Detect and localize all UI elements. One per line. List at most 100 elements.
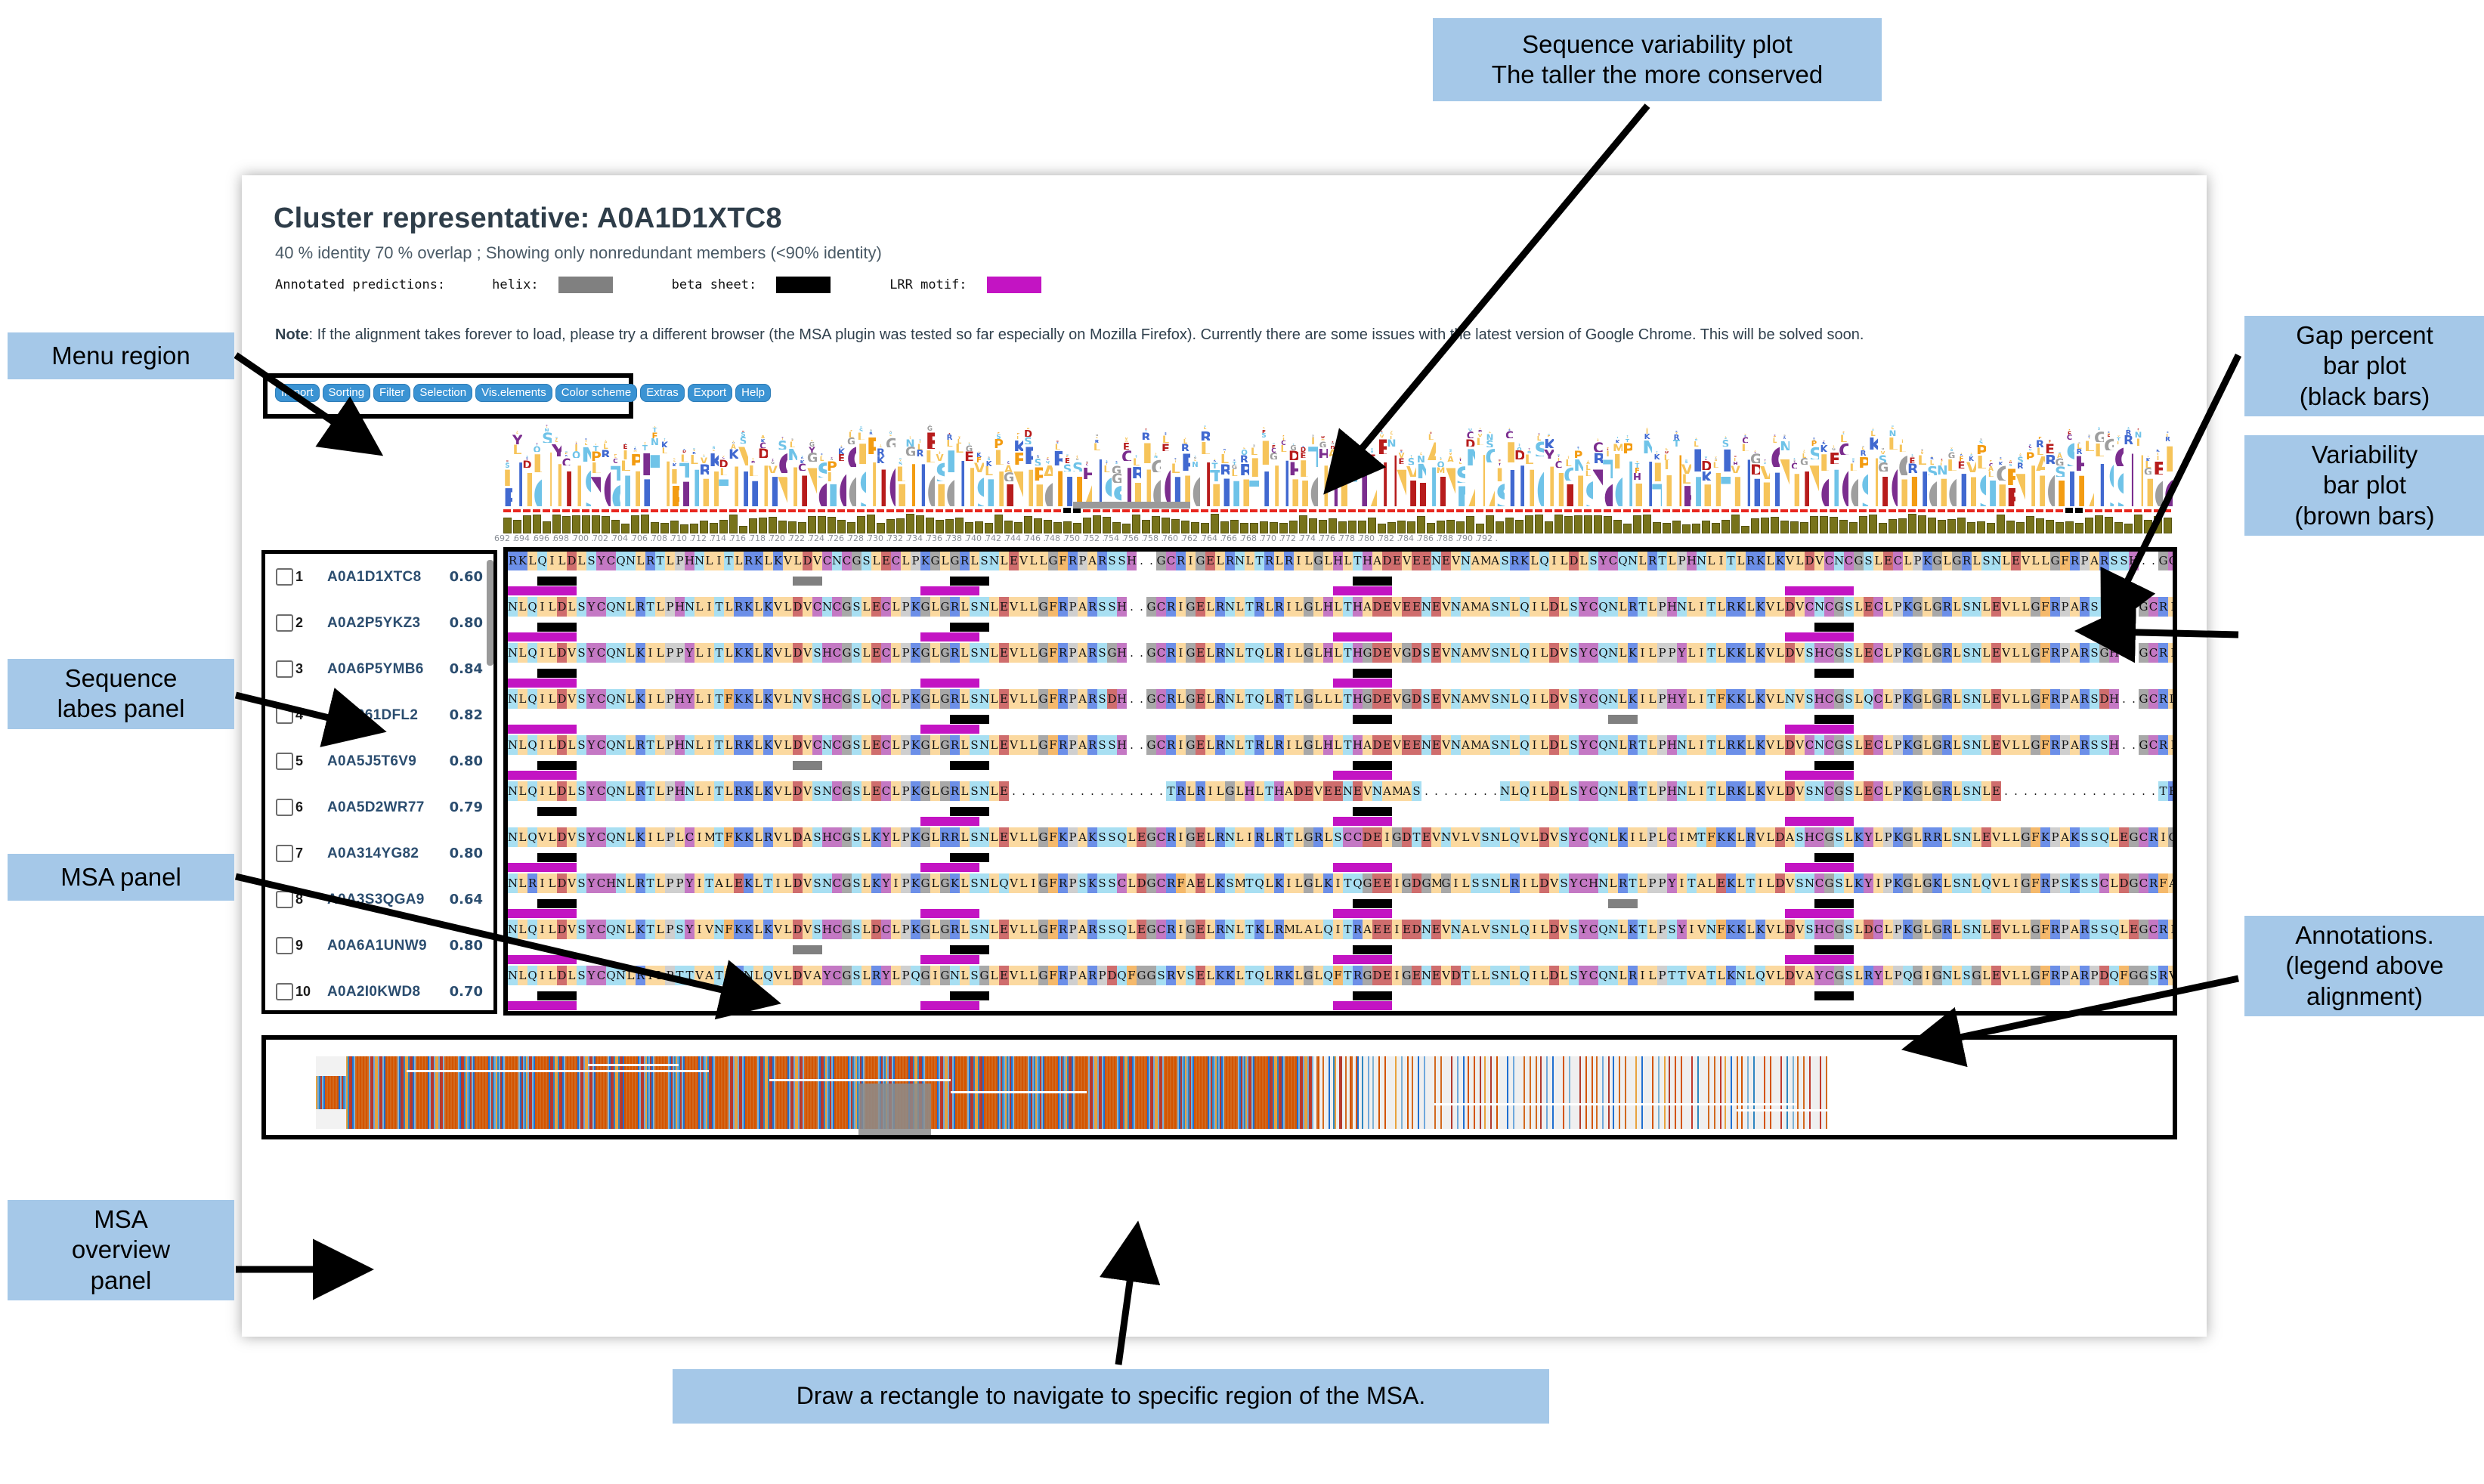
logo-letter: V bbox=[1379, 434, 1384, 437]
logo-letter: S bbox=[1763, 462, 1767, 465]
msa-sequence-line[interactable]: NL Q I L D L S Y CQNL R T L PHNL I T L R K L K V L D V CNCG S L E C L… bbox=[508, 735, 2173, 755]
sequence-label-row[interactable]: 8 A0A3S3QGA9 0.64 bbox=[265, 876, 493, 923]
menu-button-help[interactable]: Help bbox=[735, 384, 771, 402]
sequence-checkbox[interactable] bbox=[276, 753, 293, 770]
logo-letter: L bbox=[644, 444, 646, 445]
sequence-label-row[interactable]: 1 A0A1D1XTC8 0.60 bbox=[265, 554, 493, 600]
sequence-accession[interactable]: A0A2P5YKZ3 bbox=[327, 615, 450, 632]
menu-button-export[interactable]: Export bbox=[687, 384, 733, 402]
logo-letter: A bbox=[2057, 453, 2062, 458]
residue-cell: Q bbox=[527, 781, 537, 801]
lrr-motif-track bbox=[508, 863, 2173, 872]
sequence-accession[interactable]: A0A2I0KWD8 bbox=[327, 984, 450, 1000]
msa-row[interactable]: NL Q I L D L S Y CQNL R T L PHNL I T L R K L K V L D V CNCG S L E C L… bbox=[508, 715, 2173, 761]
sequence-accession[interactable]: A0A061DFL2 bbox=[327, 707, 450, 724]
logo-letter: L bbox=[1155, 454, 1157, 456]
sequence-label-row[interactable]: 10 A0A2I0KWD8 0.70 bbox=[265, 969, 493, 1010]
sequence-accession[interactable]: A0A1D1XTC8 bbox=[327, 569, 450, 586]
sequence-accession[interactable]: A0A6A1UNW9 bbox=[327, 938, 450, 954]
residue-cell: R bbox=[1087, 597, 1097, 617]
overview-canvas[interactable] bbox=[316, 1056, 1827, 1135]
residue-cell: . bbox=[1107, 781, 1117, 801]
msa-row[interactable]: R K L Q I L D L S Y CQNL R T L PHNL I T L R K L K V L D V CNCG S L E C… bbox=[508, 552, 2173, 577]
msa-row[interactable]: NL Q I L D V S Y CQNL K I L P P Y L I T L K K L K V L D V SHCG S L E C L… bbox=[508, 623, 2173, 669]
sequence-checkbox[interactable] bbox=[276, 614, 293, 632]
sequence-label-row[interactable]: 3 A0A6P5YMB6 0.84 bbox=[265, 646, 493, 692]
sequence-checkbox[interactable] bbox=[276, 983, 293, 1000]
residue-cell: S bbox=[852, 643, 862, 663]
residue-cell: L bbox=[1903, 552, 1913, 570]
menu-button-vis-elements[interactable]: Vis.elements bbox=[475, 384, 552, 402]
residue-cell: P bbox=[665, 643, 675, 663]
msa-sequence-line[interactable]: NL R I L D V S Y CHNL R T L P P Y I T A L E K L T I L D V SNCG S L K Y I… bbox=[508, 873, 2173, 893]
msa-row[interactable]: NL Q I L D V S Y CQNL K T L P S Y I VNF K K L K V L D V SHCG S L DC L… bbox=[508, 899, 2173, 945]
residue-cell: Y bbox=[1579, 735, 1588, 755]
gap-percent-bars bbox=[503, 508, 2176, 533]
logo-column: NLGTK bbox=[1230, 425, 1239, 506]
residue-cell: L bbox=[960, 597, 970, 617]
sequence-checkbox[interactable] bbox=[276, 845, 293, 862]
sequence-checkbox[interactable] bbox=[276, 706, 293, 724]
logo-letter: L bbox=[1760, 479, 1770, 506]
sequence-label-row[interactable]: 5 A0A5J5T6V9 0.80 bbox=[265, 738, 493, 784]
sequence-checkbox[interactable] bbox=[276, 568, 293, 586]
residue-cell: P bbox=[1097, 966, 1107, 985]
sequence-labels-panel[interactable]: 1 A0A1D1XTC8 0.60 2 A0A2P5YKZ3 0.80 3 A0A6P5YMB… bbox=[261, 550, 497, 1014]
residue-cell: R bbox=[1215, 689, 1225, 709]
sequence-label-row[interactable]: 9 A0A6A1UNW9 0.80 bbox=[265, 923, 493, 969]
menu-button-sorting[interactable]: Sorting bbox=[322, 384, 371, 402]
logo-letter: K bbox=[1721, 447, 1731, 471]
ruler-tick: 714 . bbox=[710, 533, 732, 543]
overview-selection-rectangle[interactable] bbox=[858, 1084, 931, 1135]
sequence-label-row[interactable]: 6 A0A5D2WR77 0.79 bbox=[265, 784, 493, 830]
msa-sequence-line[interactable]: NL Q I L D V S Y CQNL K T L P S Y I VNF K K L K V L D V SHCG S L DC L… bbox=[508, 920, 2173, 939]
residue-cell: K bbox=[744, 827, 753, 847]
msa-sequence-line[interactable]: NL Q I L D L S Y CQNL R T L PHNL I T L R K L K V L D V SNCG S L E C L… bbox=[508, 781, 2173, 801]
sequence-accession[interactable]: A0A6P5YMB6 bbox=[327, 661, 450, 678]
residue-cell: C bbox=[2168, 552, 2173, 570]
sequence-checkbox[interactable] bbox=[276, 937, 293, 954]
msa-sequence-line[interactable]: NL Q I L D L S Y CQNL R T L PHNL I T L R K L K V L D V CNCG S L E C L… bbox=[508, 597, 2173, 617]
msa-row[interactable]: NLQILDVSYCQNLKTLPSYIVNLKKLKVLDVSHCGSLDCL… bbox=[508, 991, 2177, 1016]
msa-overview-panel[interactable] bbox=[261, 1035, 2177, 1139]
menu-button-filter[interactable]: Filter bbox=[373, 384, 411, 402]
selection-marker[interactable] bbox=[1073, 502, 1190, 509]
residue-cell: V bbox=[1765, 689, 1775, 709]
sequence-checkbox[interactable] bbox=[276, 799, 293, 816]
msa-row[interactable]: NL QV L D V S Y CQNL K I L P L C I MT F K K L R V L D A SHCG S L K Y L… bbox=[508, 807, 2173, 853]
sequence-accession[interactable]: A0A314YG82 bbox=[327, 846, 450, 862]
residue-cell: Y bbox=[685, 689, 694, 709]
sequence-accession[interactable]: A0A5D2WR77 bbox=[327, 799, 450, 816]
sequence-label-row[interactable]: 4 A0A061DFL2 0.82 bbox=[265, 692, 493, 738]
menu-button-import[interactable]: Import bbox=[275, 384, 320, 402]
sequence-label-row[interactable]: 2 A0A2P5YKZ3 0.80 bbox=[265, 600, 493, 646]
residue-cell: . bbox=[1156, 781, 1166, 801]
sequence-checkbox[interactable] bbox=[276, 660, 293, 678]
msa-row[interactable]: NL R I L D V S Y CHNL R T L P P Y I T A L E K L T I L D V SNCG S L K Y I… bbox=[508, 853, 2173, 899]
msa-sequence-line[interactable]: NLQILDVSYCQNLKTLPSYIVNLKKLKVLDVSHCGSLDCL… bbox=[508, 1012, 2177, 1016]
residue-cell: K bbox=[763, 689, 773, 709]
menu-button-extras[interactable]: Extras bbox=[640, 384, 685, 402]
msa-sequence-line[interactable]: R K L Q I L D L S Y CQNL R T L PHNL I T L R K L K V L D V CNCG S L E C… bbox=[508, 552, 2173, 570]
msa-sequence-line[interactable]: NL Q I L D V S Y CQNL K I L P P Y L I T L K K L K V L D V SHCG S L E C L… bbox=[508, 643, 2173, 663]
sequence-checkbox[interactable] bbox=[276, 891, 293, 908]
menu-button-color-scheme[interactable]: Color scheme bbox=[555, 384, 638, 402]
msa-row[interactable]: NL Q I L D L S Y CQNL R T L PHNL I T L R K L K V L D V CNCG S L E C L… bbox=[508, 577, 2173, 623]
msa-panel[interactable]: R K L Q I L D L S Y CQNL R T L PHNL I T L R K L K V L D V CNCG S L E C… bbox=[503, 547, 2177, 1016]
residue-cell: K bbox=[1628, 1012, 1638, 1016]
msa-row[interactable]: NL Q I L D L S Y CQNL R T L PHNL I T L R K L K V L D V SNCG S L E C L… bbox=[508, 761, 2173, 807]
msa-sequence-line[interactable]: NL Q I L D L S Y CQNL R I L P T T V A T L KNL QV L D V A Y CG S L R Y L… bbox=[508, 966, 2173, 985]
logo-letter: N bbox=[787, 447, 797, 460]
sequence-accession[interactable]: A0A5J5T6V9 bbox=[327, 753, 450, 770]
labels-scrollbar[interactable] bbox=[487, 560, 493, 666]
logo-column: LVKSL bbox=[1966, 425, 1976, 506]
sequence-accession[interactable]: A0A3S3QGA9 bbox=[327, 892, 450, 908]
msa-row[interactable]: NL Q I L D L S Y CQNL R I L P T T V A T L KNL QV L D V A Y CG S L R Y L… bbox=[508, 945, 2173, 991]
msa-sequence-line[interactable]: NL QV L D V S Y CQNL K I L P L C I MT F K K L R V L D A SHCG S L K Y L… bbox=[508, 827, 2173, 847]
residue-cell: R bbox=[1942, 735, 1952, 755]
sequence-label-row[interactable]: 7 A0A314YG82 0.80 bbox=[265, 830, 493, 876]
residue-cell: G bbox=[1932, 735, 1942, 755]
msa-row[interactable]: NL Q I L D V S Y CQNL K I L PHY L I T F K K L K V L NV SHCG S L QC L… bbox=[508, 669, 2173, 715]
menu-button-selection[interactable]: Selection bbox=[413, 384, 473, 402]
msa-sequence-line[interactable]: NL Q I L D V S Y CQNL K I L PHY L I T F K K L K V L NV SHCG S L QC L… bbox=[508, 689, 2173, 709]
